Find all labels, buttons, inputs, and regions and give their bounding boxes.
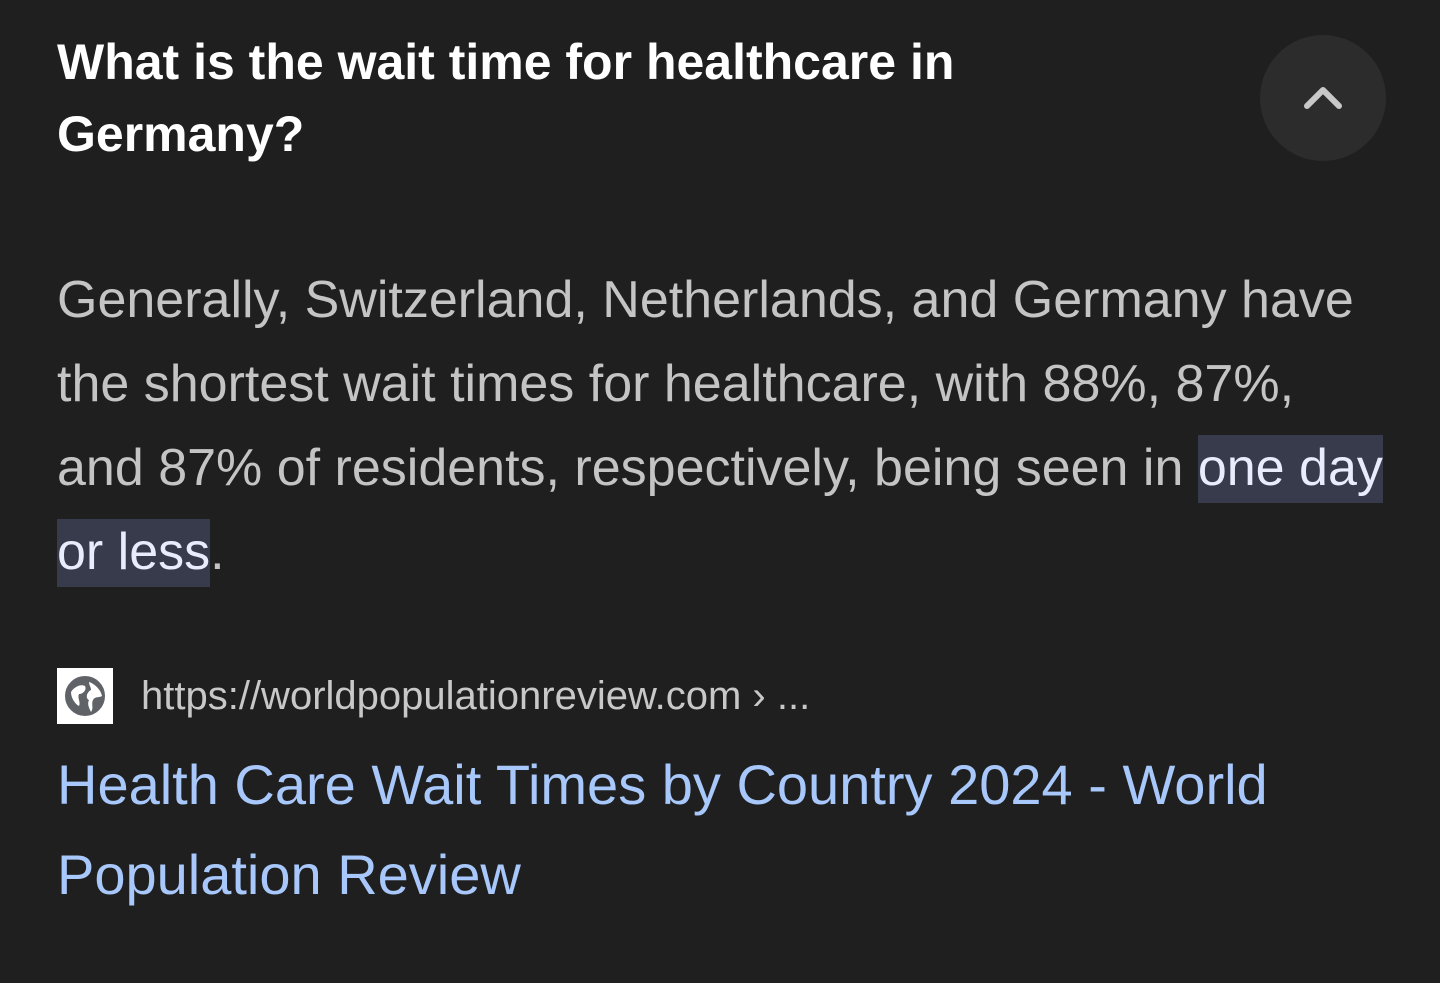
source-row[interactable]: https://worldpopulationreview.com › ... (57, 668, 810, 724)
answer-text-tail: . (210, 523, 225, 581)
question-heading: What is the wait time for healthcare in … (57, 34, 955, 162)
source-favicon (57, 668, 113, 724)
chevron-up-icon (1304, 87, 1342, 109)
collapse-button[interactable] (1260, 35, 1386, 161)
result-title-link[interactable]: Health Care Wait Times by Country 2024 -… (57, 740, 1357, 920)
globe-icon (65, 676, 105, 716)
featured-snippet-panel: What is the wait time for healthcare in … (0, 0, 1440, 983)
answer-text-lead: Generally, Switzerland, Netherlands, and… (57, 271, 1354, 497)
source-url[interactable]: https://worldpopulationreview.com › ... (141, 668, 810, 724)
answer-text: Generally, Switzerland, Netherlands, and… (57, 258, 1387, 594)
